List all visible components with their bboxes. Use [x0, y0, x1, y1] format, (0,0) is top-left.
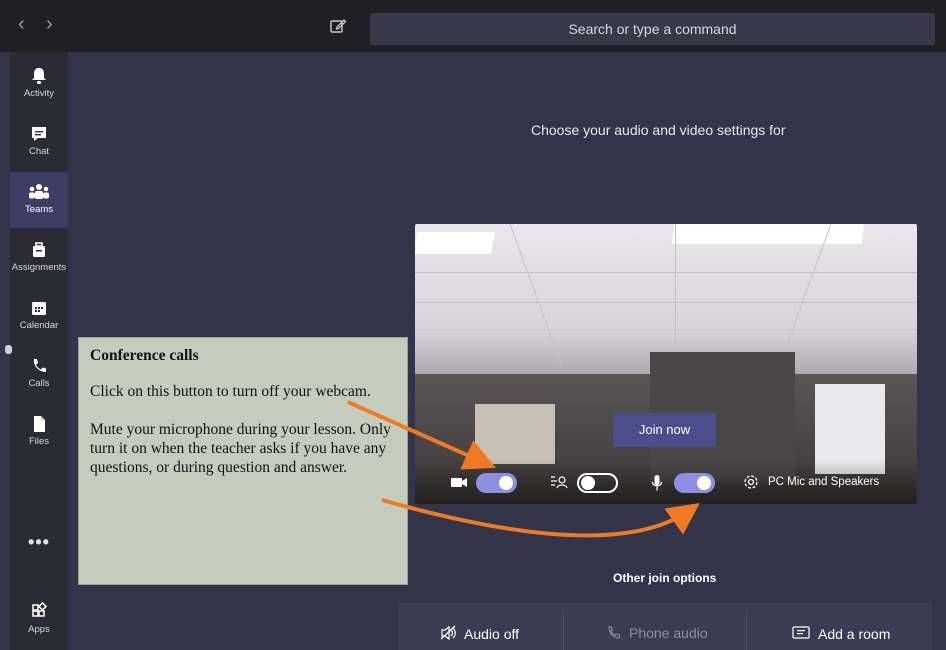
apps-icon	[32, 602, 48, 617]
toggle-knob	[697, 476, 711, 490]
phone-audio-label: Phone audio	[629, 625, 708, 641]
forward-button[interactable]: ›	[46, 14, 53, 34]
sidebar-item-calls[interactable]: Calls	[10, 346, 68, 402]
more-apps-button[interactable]: •••	[10, 532, 68, 553]
microphone-toggle[interactable]	[674, 473, 715, 493]
callout-text: Click on this button to turn off your we…	[90, 383, 371, 400]
toggle-knob	[499, 476, 513, 490]
assignments-icon	[33, 242, 45, 257]
sidebar-item-calendar[interactable]: Calendar	[10, 288, 68, 344]
resize-handle[interactable]	[5, 345, 12, 354]
sidebar-item-label: Files	[28, 436, 50, 447]
audio-off-button[interactable]: Audio off	[440, 625, 519, 642]
add-room-label: Add a room	[818, 626, 891, 642]
other-join-options: Other join options	[613, 571, 717, 585]
ceiling-grid	[415, 302, 917, 303]
ceiling-grid	[509, 224, 562, 364]
back-button[interactable]: ‹	[18, 14, 25, 34]
ceiling-grid	[779, 224, 832, 364]
phone-icon	[33, 359, 46, 372]
sidebar-item-activity[interactable]: Activity	[10, 56, 68, 112]
arrow-to-microphone-toggle	[381, 498, 700, 538]
add-room-button[interactable]: Add a room	[792, 625, 890, 642]
divider	[563, 612, 564, 650]
background-blur-toggle[interactable]	[577, 473, 618, 493]
camera-toggle[interactable]	[476, 473, 517, 493]
sidebar-item-label: Chat	[28, 146, 50, 157]
sidebar-item-teams[interactable]: Teams	[10, 172, 68, 228]
sidebar-item-label: Calls	[28, 378, 50, 389]
ceiling-grid	[415, 272, 917, 273]
compose-icon[interactable]	[329, 17, 349, 37]
camera-icon	[450, 474, 468, 495]
settings-icon[interactable]	[743, 474, 759, 495]
teams-icon	[29, 184, 49, 199]
sidebar-item-apps[interactable]: Apps	[10, 592, 68, 648]
microphone-icon	[651, 474, 663, 497]
phone-audio-button[interactable]: Phone audio	[607, 625, 708, 641]
sidebar-item-label: Teams	[25, 204, 53, 215]
notice-board	[475, 404, 555, 464]
page-title: Choose your audio and video settings for	[531, 122, 786, 138]
ceiling-light	[415, 232, 496, 254]
audio-off-label: Audio off	[464, 626, 520, 642]
sidebar-item-label: Activity	[23, 88, 55, 99]
speaker-off-icon	[440, 625, 456, 641]
sidebar-item-chat[interactable]: Chat	[10, 114, 68, 170]
background-blur-icon	[549, 474, 569, 495]
callout-title: Conference calls	[90, 347, 199, 364]
sidebar-item-label: Assignments	[11, 262, 67, 273]
sidebar-item-label: Calendar	[19, 320, 59, 331]
instruction-callout: Conference calls Click on this button to…	[78, 337, 408, 585]
join-now-button[interactable]: Join now	[613, 413, 716, 447]
app-bar: Activity Chat Teams Assignments Calendar…	[10, 52, 68, 650]
calendar-icon	[32, 302, 46, 315]
chat-icon	[32, 127, 46, 141]
sidebar-item-assignments[interactable]: Assignments	[10, 230, 68, 286]
toggle-knob	[581, 476, 595, 490]
search-input[interactable]: Search or type a command	[370, 13, 935, 45]
file-icon	[34, 416, 45, 432]
bell-icon	[32, 68, 46, 84]
video-preview	[415, 224, 917, 504]
ceiling-grid	[415, 329, 917, 330]
ceiling-light	[671, 224, 865, 244]
cast-icon	[792, 626, 810, 639]
ceiling-grid	[675, 224, 676, 364]
sidebar-item-files[interactable]: Files	[10, 404, 68, 460]
divider	[746, 612, 747, 650]
device-settings-label[interactable]: PC Mic and Speakers	[768, 476, 879, 488]
phone-icon	[608, 626, 621, 639]
title-bar: ‹ › Search or type a command	[0, 0, 946, 52]
callout-text: Mute your microphone during your lesson.…	[90, 421, 391, 476]
sidebar-item-label: Apps	[28, 624, 50, 635]
